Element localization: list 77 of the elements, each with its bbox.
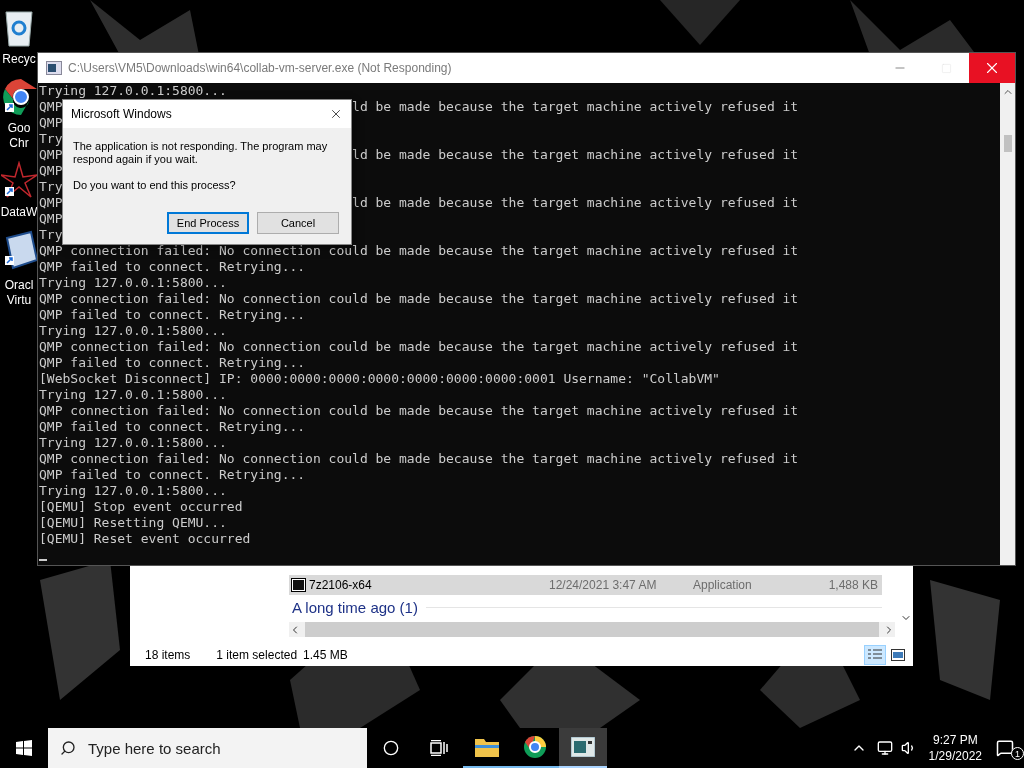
windows-logo-icon	[16, 740, 32, 756]
dialog-question: Do you want to end this process?	[73, 179, 237, 192]
dialog-button[interactable]: End Process	[167, 212, 249, 234]
notification-count: 1	[1011, 747, 1024, 760]
circle-icon	[383, 740, 399, 756]
taskbar-app[interactable]	[559, 728, 607, 768]
console-line: Trying 127.0.0.1:5800...	[39, 275, 227, 291]
large-icons-view-icon	[891, 649, 905, 661]
star-shortcut-icon[interactable]	[1, 161, 37, 201]
chrome-icon	[523, 735, 547, 759]
console-window-icon	[46, 61, 62, 75]
console-line: Try	[39, 179, 63, 195]
console-line: QMP connection failed: No connection could be made because the target machine actively refused it	[39, 339, 799, 355]
console-line: Trying 127.0.0.1:5800...	[39, 323, 227, 339]
console-line: Trying 127.0.0.1:5800...	[39, 483, 227, 499]
console-line-start: QMP	[39, 195, 63, 211]
selection-count: 1 item selected	[216, 648, 298, 662]
window-title: C:\Users\VM5\Downloads\win64\collab-vm-server.exe (Not Responding)	[68, 61, 453, 75]
console-line-end: ld be made because the target machine actively refused it	[352, 195, 799, 211]
view-toggle[interactable]	[864, 645, 886, 665]
archive-app-icon	[291, 578, 306, 592]
chrome-shortcut-icon[interactable]	[1, 77, 37, 117]
dialog-button[interactable]: Cancel	[257, 212, 339, 234]
dialog-title: Microsoft Windows	[71, 107, 172, 121]
file-date: 12/24/2021 3:47 AM	[549, 578, 658, 592]
notification-button[interactable]: 1	[996, 728, 1024, 768]
console-line: QMP connection failed: No connection could be made because the target machine actively refused it	[39, 291, 799, 307]
console-line: QMP failed to connect. Retrying...	[39, 419, 306, 435]
console-line-start: QMP	[39, 99, 63, 115]
console-line: QMP	[39, 115, 63, 131]
console-line: [QEMU] Resetting QEMU...	[39, 515, 227, 531]
network-icon[interactable]	[876, 740, 893, 756]
close-icon[interactable]	[329, 107, 343, 121]
console-line: [QEMU] Stop event occurred	[39, 499, 243, 515]
vertical-scrollbar[interactable]	[1000, 83, 1015, 565]
console-line: Try	[39, 131, 63, 147]
console-line: [WebSocket Disconnect] IP: 0000:0000:0000:0000:0000:0000:0000:0001 Username: "CollabVM"	[39, 371, 720, 387]
console-line: [QEMU] Reset event occurred	[39, 531, 251, 547]
console-line: Trying 127.0.0.1:5800...	[39, 83, 227, 99]
desktop-icon-label[interactable]: Recyc	[0, 52, 38, 67]
console-line: QMP failed to connect. Retrying...	[39, 259, 306, 275]
search-icon	[60, 740, 76, 756]
notifications-icon	[996, 739, 1014, 757]
desktop-icon-label[interactable]: Oracl Virtu	[0, 278, 38, 308]
console-line: Trying 127.0.0.1:5800...	[39, 387, 227, 403]
console-line-end: ld be made because the target machine actively refused it	[352, 147, 799, 163]
search-field[interactable]: Type here to search	[48, 728, 367, 768]
console-line: QMP connection failed: No connection could be made because the target machine actively refused it	[39, 403, 799, 419]
console-line: QMP	[39, 211, 63, 227]
recycle-bin-icon[interactable]	[2, 8, 36, 48]
text-cursor	[39, 559, 47, 561]
details-view-icon	[868, 649, 882, 661]
folder-icon	[475, 737, 499, 757]
dialog-message: The application is not responding. The program may respond again if you wait.	[73, 140, 329, 166]
file-type: Application	[693, 578, 753, 592]
selection-size: 1.45 MB	[303, 648, 348, 662]
console-line: Try	[39, 227, 63, 243]
console-line: QMP failed to connect. Retrying...	[39, 467, 306, 483]
clock[interactable]: 9:27 PM 1/29/2022	[928, 732, 982, 764]
item-count: 18 items	[145, 648, 191, 662]
console-line-end: ld be made because the target machine actively refused it	[352, 99, 799, 115]
console-line: QMP connection failed: No connection could be made because the target machine actively refused it	[39, 451, 799, 467]
file-size: 1,488 KB	[827, 578, 879, 592]
group-header[interactable]: A long time ago (1)	[292, 598, 418, 616]
console-line: QMP failed to connect. Retrying...	[39, 355, 306, 371]
task-view-icon	[430, 740, 448, 756]
scrollbar-thumb[interactable]	[1003, 135, 1012, 152]
desktop-icon-label[interactable]: Goo Chr	[0, 121, 38, 151]
desktop-icon-label[interactable]: DataW	[0, 205, 38, 220]
console-window-icon	[571, 737, 595, 757]
file-name: 7z2106-x64	[309, 578, 373, 592]
console-line: Trying 127.0.0.1:5800...	[39, 435, 227, 451]
console-line-start: QMP	[39, 147, 63, 163]
console-line: QMP connection failed: No connection could be made because the target machine actively refused it	[39, 243, 799, 259]
file-row[interactable]: 7z2106-x64 12/24/2021 3:47 AM Application 1,488 KB	[289, 575, 882, 595]
console-line: QMP	[39, 163, 63, 179]
console-line: QMP failed to connect. Retrying...	[39, 307, 306, 323]
